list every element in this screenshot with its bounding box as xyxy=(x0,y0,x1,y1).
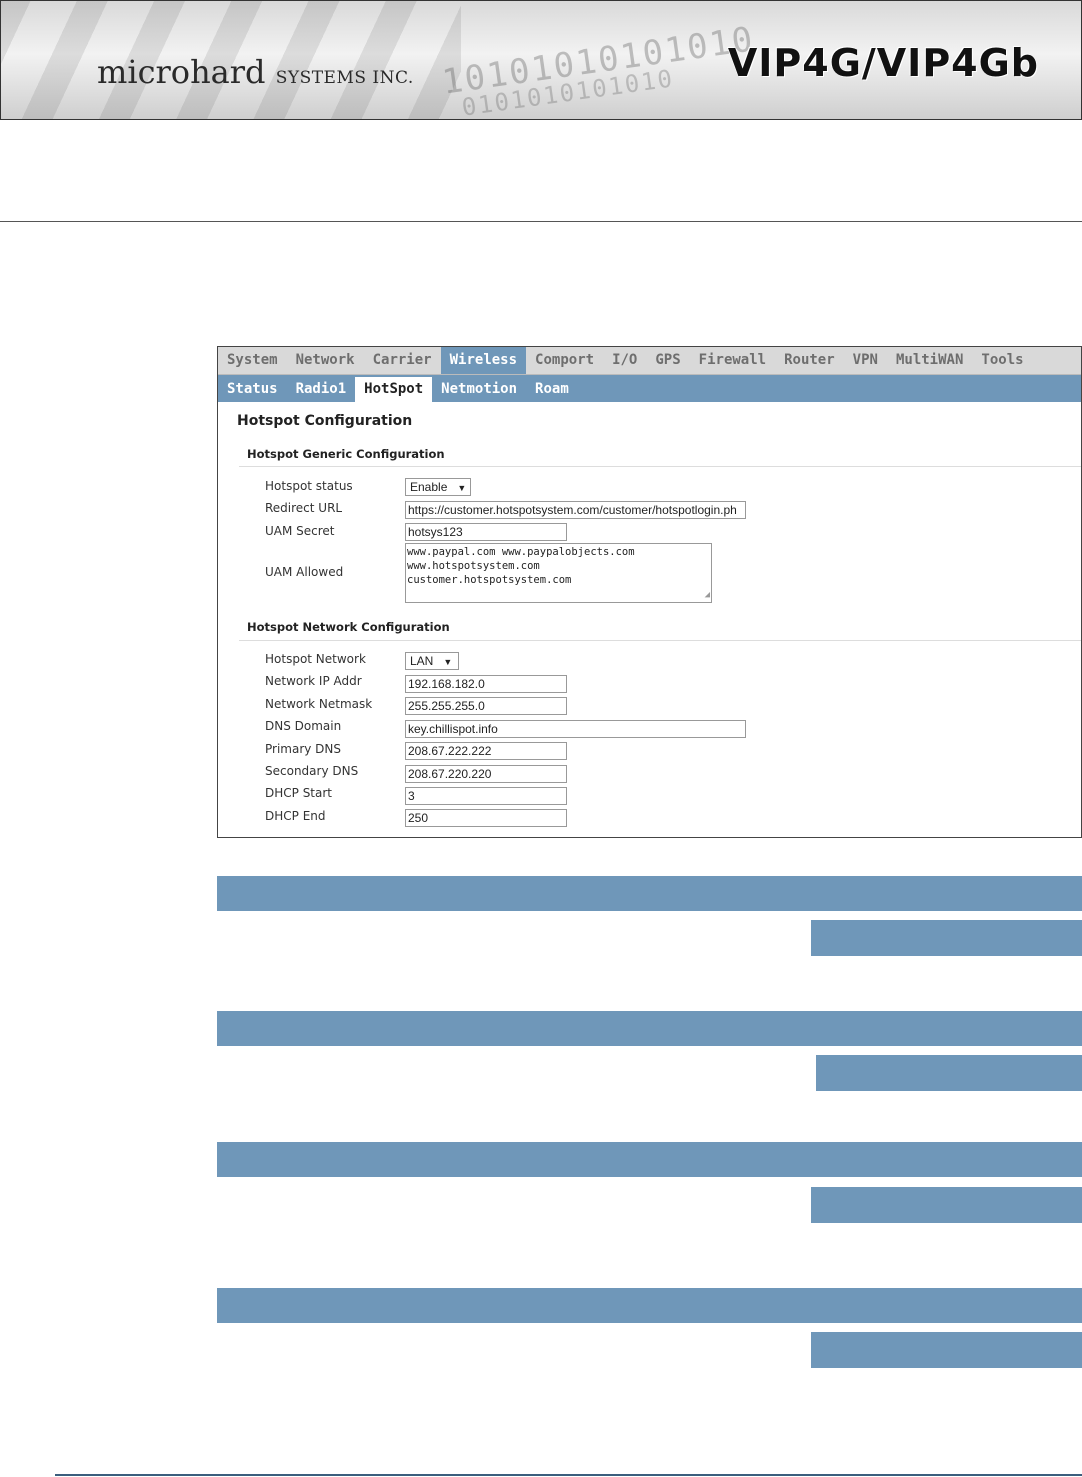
hotspot-status-value: Enable xyxy=(410,480,448,494)
uam-secret-input[interactable]: hotsys123 xyxy=(405,523,567,541)
chevron-down-icon: ▼ xyxy=(443,657,453,667)
resize-handle-icon[interactable]: ◢ xyxy=(705,588,710,602)
dhcp-start-input[interactable]: 3 xyxy=(405,787,567,805)
primary-dns-input[interactable]: 208.67.222.222 xyxy=(405,742,567,760)
tab-system[interactable]: System xyxy=(218,347,287,374)
tab-comport[interactable]: Comport xyxy=(526,347,603,374)
tab-router[interactable]: Router xyxy=(775,347,844,374)
section-header-bar xyxy=(217,1288,1082,1323)
brand-main: microhard xyxy=(97,53,266,91)
section-value-bar xyxy=(811,1187,1082,1223)
uam-allowed-label: UAM Allowed xyxy=(265,565,344,579)
brand-sub: SYSTEMS INC. xyxy=(275,68,414,88)
model-title: VIP4G/VIP4Gb xyxy=(727,41,1039,85)
section-divider xyxy=(239,466,1081,467)
primary-dns-label: Primary DNS xyxy=(265,742,342,756)
sub-navigation: Status Radio1 HotSpot Netmotion Roam xyxy=(218,375,1081,402)
hotspot-network-select[interactable]: LAN ▼ xyxy=(405,652,459,670)
section-header-bar xyxy=(217,876,1082,911)
network-ip-label: Network IP Addr xyxy=(265,674,362,688)
section-value-bar xyxy=(811,920,1082,956)
uam-allowed-line: www.paypal.com www.paypalobjects.com xyxy=(407,546,635,558)
subtab-roam[interactable]: Roam xyxy=(526,377,578,402)
uam-secret-label: UAM Secret xyxy=(265,524,335,538)
uam-allowed-line: www.hotspotsystem.com xyxy=(407,560,540,572)
tab-tools[interactable]: Tools xyxy=(972,347,1032,374)
redirect-url-input[interactable]: https://customer.hotspotsystem.com/custo… xyxy=(405,501,746,519)
section-header-bar xyxy=(217,1011,1082,1046)
dhcp-end-input[interactable]: 250 xyxy=(405,809,567,827)
dns-domain-label: DNS Domain xyxy=(265,719,342,733)
section-value-bar xyxy=(816,1055,1082,1091)
tab-vpn[interactable]: VPN xyxy=(844,347,887,374)
hotspot-status-label: Hotspot status xyxy=(265,479,353,493)
hotspot-config-screenshot: System Network Carrier Wireless Comport I/O GP… xyxy=(217,346,1082,838)
chevron-down-icon: ▼ xyxy=(457,483,467,493)
section-divider xyxy=(239,640,1081,641)
uam-allowed-line: customer.hotspotsystem.com xyxy=(407,574,572,586)
hotspot-status-select[interactable]: Enable ▼ xyxy=(405,478,471,496)
network-netmask-label: Network Netmask xyxy=(265,697,373,711)
tab-carrier[interactable]: Carrier xyxy=(364,347,441,374)
tab-gps[interactable]: GPS xyxy=(646,347,689,374)
dhcp-end-label: DHCP End xyxy=(265,809,326,823)
header-banner: 10101010101010 0101010101010 microhard S… xyxy=(0,0,1082,120)
network-netmask-input[interactable]: 255.255.255.0 xyxy=(405,697,567,715)
secondary-dns-input[interactable]: 208.67.220.220 xyxy=(405,765,567,783)
tab-network[interactable]: Network xyxy=(287,347,364,374)
tab-wireless[interactable]: Wireless xyxy=(440,347,527,374)
hotspot-network-value: LAN xyxy=(410,654,434,668)
section-header-bar xyxy=(217,1142,1082,1177)
uam-allowed-textarea[interactable]: www.paypal.com www.paypalobjects.com www… xyxy=(405,543,712,603)
hotspot-network-label: Hotspot Network xyxy=(265,652,366,666)
secondary-dns-label: Secondary DNS xyxy=(265,764,359,778)
section-value-bar xyxy=(811,1332,1082,1368)
subtab-radio1[interactable]: Radio1 xyxy=(287,377,356,402)
header-divider xyxy=(0,221,1082,222)
redirect-url-label: Redirect URL xyxy=(265,501,343,515)
tab-i-o[interactable]: I/O xyxy=(603,347,646,374)
top-navigation: System Network Carrier Wireless Comport I/O GP… xyxy=(218,347,1081,375)
dns-domain-input[interactable]: key.chillispot.info xyxy=(405,720,746,738)
subtab-hotspot[interactable]: HotSpot xyxy=(355,377,433,402)
subtab-status[interactable]: Status xyxy=(218,377,287,402)
footer-divider xyxy=(55,1474,1082,1476)
network-section-title: Hotspot Network Configuration xyxy=(247,620,450,634)
tab-multiwan[interactable]: MultiWAN xyxy=(887,347,972,374)
generic-section-title: Hotspot Generic Configuration xyxy=(247,447,445,461)
brand-logo: microhard SYSTEMS INC. xyxy=(97,53,414,91)
subtab-netmotion[interactable]: Netmotion xyxy=(432,377,526,402)
network-ip-input[interactable]: 192.168.182.0 xyxy=(405,675,567,693)
page-title: Hotspot Configuration xyxy=(237,413,413,429)
dhcp-start-label: DHCP Start xyxy=(265,786,333,800)
tab-firewall[interactable]: Firewall xyxy=(690,347,775,374)
